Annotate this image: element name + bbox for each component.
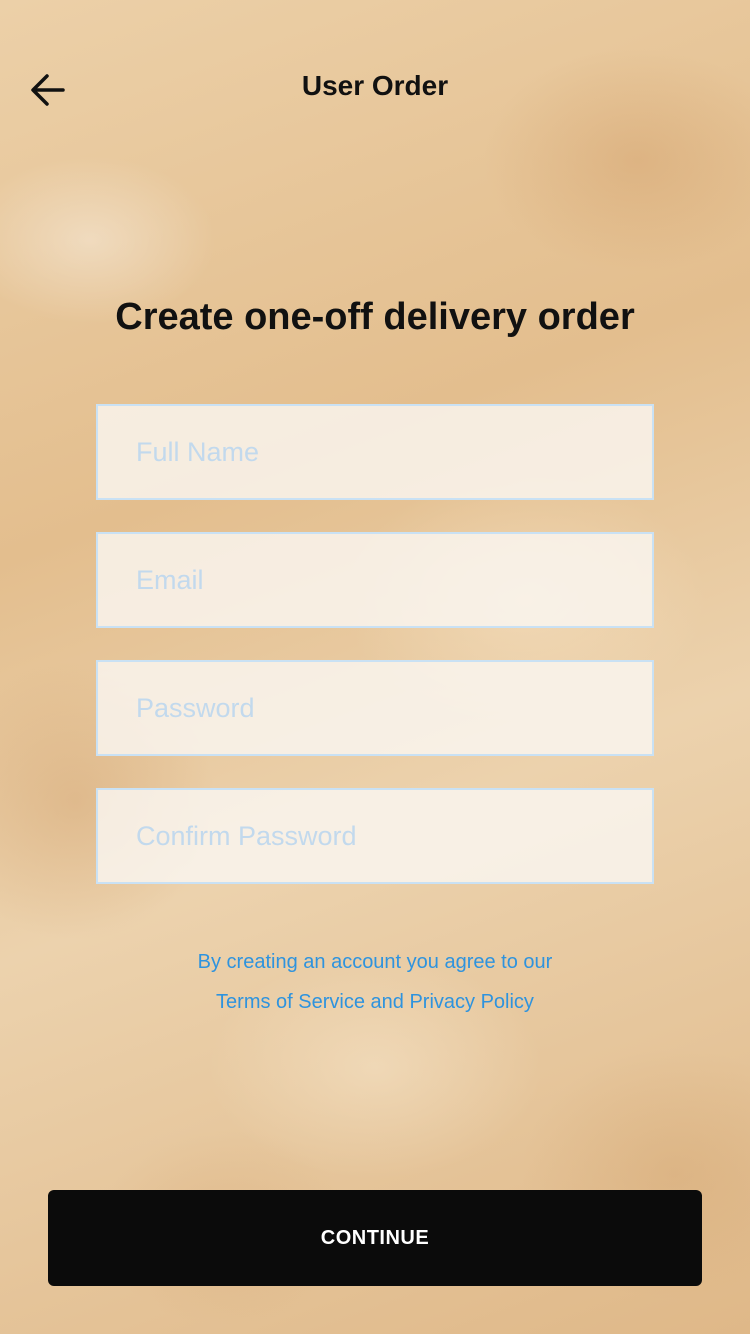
terms-privacy-link[interactable]: Terms of Service and Privacy Policy (0, 982, 750, 1022)
continue-button[interactable]: CONTINUE (48, 1190, 702, 1286)
form-heading: Create one-off delivery order (115, 296, 635, 338)
password-field[interactable] (96, 660, 654, 756)
email-field[interactable] (96, 532, 654, 628)
navigation-bar: User Order (0, 48, 750, 128)
terms-notice: By creating an account you agree to our … (0, 942, 750, 1022)
full-name-field[interactable] (96, 404, 654, 500)
terms-text: By creating an account you agree to our (197, 951, 553, 973)
confirm-password-field[interactable] (96, 788, 654, 884)
page-title: User Order (301, 70, 449, 101)
